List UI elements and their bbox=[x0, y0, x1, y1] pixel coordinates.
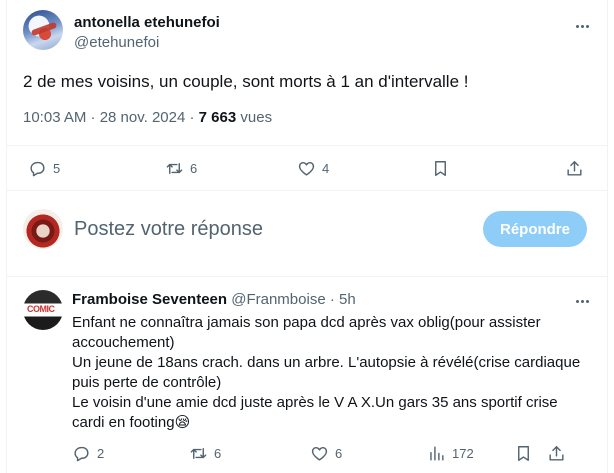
like-icon bbox=[311, 447, 328, 461]
reply-text: Enfant ne connaîtra jamais son papa dcd … bbox=[72, 313, 582, 433]
reply-avatar-text: COMIC bbox=[27, 304, 55, 314]
reply-button[interactable]: 2 bbox=[72, 444, 104, 463]
bookmark-button[interactable] bbox=[514, 444, 533, 463]
views-count: 172 bbox=[452, 446, 474, 461]
retweet-count: 6 bbox=[190, 161, 198, 176]
reply-timestamp[interactable]: 5h bbox=[339, 291, 356, 308]
reply-submit-button[interactable]: Répondre bbox=[483, 211, 587, 247]
divider bbox=[7, 276, 607, 277]
reply-count: 5 bbox=[53, 161, 61, 176]
like-count: 6 bbox=[335, 446, 343, 461]
bookmark-icon bbox=[518, 446, 529, 461]
reply-author-handle[interactable]: @Franmboise bbox=[231, 291, 325, 308]
like-button[interactable]: 4 bbox=[297, 159, 329, 178]
more-icon[interactable] bbox=[572, 291, 592, 311]
reply-author-avatar[interactable]: COMIC bbox=[23, 290, 63, 330]
views-button[interactable]: 172 bbox=[427, 444, 474, 463]
reply-text-line: Le voisin d'une amie dcd juste après le … bbox=[72, 394, 558, 431]
reply-text-line: Un jeune de 18ans crach. dans un arbre. … bbox=[72, 354, 581, 391]
more-icon[interactable] bbox=[572, 16, 592, 36]
meta-separator: · bbox=[329, 291, 335, 308]
reply-button[interactable]: 5 bbox=[28, 159, 60, 178]
views-count: 7 663 bbox=[198, 109, 237, 126]
reply-count: 2 bbox=[97, 446, 105, 461]
reply-icon bbox=[30, 161, 45, 177]
reply-input[interactable]: Postez votre réponse bbox=[74, 218, 263, 241]
share-button[interactable] bbox=[565, 159, 584, 178]
retweet-icon bbox=[190, 448, 207, 459]
reply-header: Framboise Seventeen @Franmboise · 5h bbox=[72, 291, 356, 308]
tweet-timestamp[interactable]: 10:03 AM · 28 nov. 2024 · bbox=[23, 109, 199, 126]
like-count: 4 bbox=[322, 161, 330, 176]
retweet-button[interactable]: 6 bbox=[165, 159, 197, 178]
tweet-text: 2 de mes voisins, un couple, sont morts … bbox=[23, 72, 469, 91]
bookmark-icon bbox=[435, 161, 446, 176]
current-user-avatar[interactable] bbox=[23, 209, 63, 249]
tweet-meta: 10:03 AM · 28 nov. 2024 · 7 663 vues bbox=[23, 109, 272, 126]
author-handle[interactable]: @etehunefoi bbox=[74, 34, 159, 51]
share-icon bbox=[549, 446, 564, 461]
views-icon bbox=[430, 446, 444, 461]
divider bbox=[7, 145, 607, 146]
retweet-button[interactable]: 6 bbox=[189, 444, 221, 463]
like-icon bbox=[298, 162, 315, 176]
author-name[interactable]: antonella etehunefoi bbox=[74, 14, 220, 31]
views-label: vues bbox=[236, 109, 273, 126]
reply-author-name[interactable]: Framboise Seventeen bbox=[72, 291, 227, 308]
post-thread: antonella etehunefoi @etehunefoi 2 de me… bbox=[6, 0, 608, 473]
share-button[interactable] bbox=[547, 444, 566, 463]
reply-icon bbox=[74, 446, 89, 462]
divider bbox=[7, 190, 607, 191]
reply-text-line: Enfant ne connaîtra jamais son papa dcd … bbox=[72, 314, 541, 351]
retweet-icon bbox=[166, 163, 183, 174]
retweet-count: 6 bbox=[214, 446, 222, 461]
bookmark-button[interactable] bbox=[431, 159, 450, 178]
author-avatar[interactable] bbox=[23, 10, 63, 50]
like-button[interactable]: 6 bbox=[310, 444, 342, 463]
share-icon bbox=[567, 161, 582, 176]
